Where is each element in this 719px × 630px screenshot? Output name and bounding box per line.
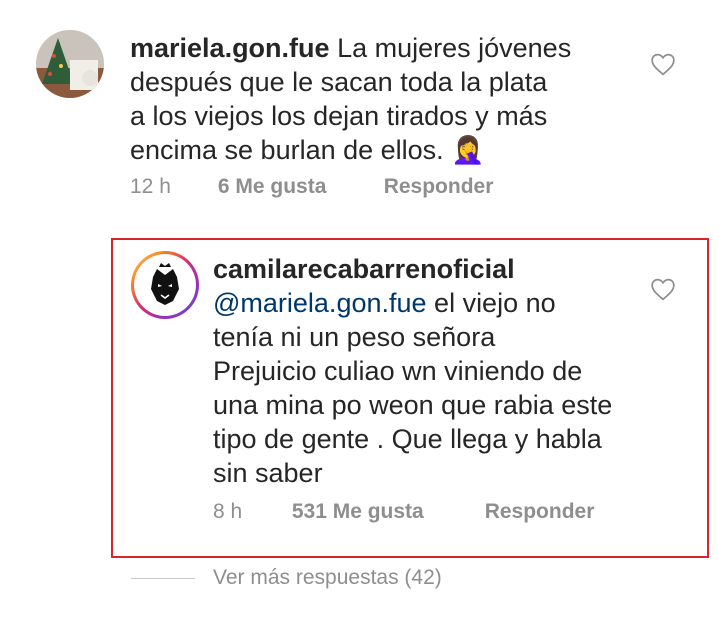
comment-text-line: una mina po weon que rabia este xyxy=(213,390,613,420)
christmas-tree-photo-icon xyxy=(36,30,104,98)
comment-text-line: Prejuicio culiao wn viniendo de xyxy=(213,356,583,386)
view-more-replies-button[interactable]: Ver más respuestas (42) xyxy=(213,566,442,590)
comment-time: 12 h xyxy=(130,175,171,198)
comment-meta: 12 h 6 Me gusta Responder xyxy=(130,175,493,199)
more-replies-divider xyxy=(131,578,195,579)
comment-text-line: tipo de gente . Que llega y habla xyxy=(213,424,602,454)
comment-meta: 8 h 531 Me gusta Responder xyxy=(213,500,594,524)
comment-body: mariela.gon.fue La mujeres jóvenes despu… xyxy=(130,31,600,167)
like-heart-icon[interactable] xyxy=(650,52,676,76)
comment-username[interactable]: camilarecabarrenoficial xyxy=(213,254,515,284)
comment-body: camilarecabarrenoficial @mariela.gon.fue… xyxy=(213,252,633,490)
reply-button[interactable]: Responder xyxy=(485,500,595,524)
comment-text-line: encima se burlan de ellos. 🤦‍♀ xyxy=(130,135,485,165)
comment-text-line: sin saber xyxy=(213,458,323,488)
avatar[interactable] xyxy=(36,30,104,98)
comment-text-line: tenía ni un peso señora xyxy=(213,322,496,352)
like-count[interactable]: 531 Me gusta xyxy=(292,500,479,524)
reply-button[interactable]: Responder xyxy=(384,175,494,199)
comment-text-line: a los viejos los dejan tirados y más xyxy=(130,101,548,131)
panther-logo-icon xyxy=(139,259,191,311)
comment-text-line: el viejo no xyxy=(434,288,556,318)
comment-username[interactable]: mariela.gon.fue xyxy=(130,33,330,63)
like-heart-icon[interactable] xyxy=(650,277,676,301)
mention-link[interactable]: @mariela.gon.fue xyxy=(213,288,427,318)
comment-text-line: después que le sacan toda la plata xyxy=(130,67,548,97)
like-count[interactable]: 6 Me gusta xyxy=(218,175,378,199)
avatar[interactable] xyxy=(131,251,199,319)
comment-time: 8 h xyxy=(213,500,243,523)
comment-text-line: La mujeres jóvenes xyxy=(337,33,572,63)
